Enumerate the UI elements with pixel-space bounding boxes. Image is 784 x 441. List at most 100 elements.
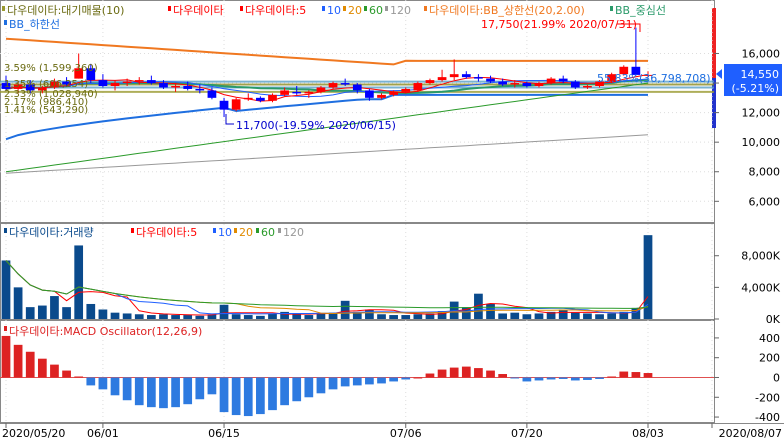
x-tick-label: 07/20: [511, 427, 543, 440]
candle-up: [316, 87, 326, 92]
candle-up: [231, 99, 241, 110]
volume-bar: [122, 313, 132, 319]
legend-swatch-vol-ma10: [213, 228, 216, 233]
candle-up: [171, 86, 180, 88]
candlesticks[interactable]: [1, 27, 653, 118]
volume-bar: [558, 309, 568, 319]
legend-swatch-vol-ma120: [278, 228, 281, 233]
macd-bar-negative: [558, 377, 568, 379]
volume-ma-line: [5, 260, 649, 315]
price-tick-label: 6,000: [749, 195, 781, 208]
legend-swatch-price: [168, 6, 171, 11]
legend-vol-ma120: 120: [283, 226, 304, 239]
macd-bar-negative: [207, 377, 217, 395]
macd-bar-negative: [159, 377, 168, 409]
current-price-value: 14,550: [741, 68, 780, 81]
legend-vol-ma5: 다우데이타:5: [136, 226, 197, 239]
legend-vol-ma60: 60: [261, 226, 275, 239]
macd-bar-negative: [171, 377, 180, 408]
macd-bar-negative: [340, 377, 350, 387]
macd-bar-negative: [110, 377, 120, 396]
macd-bar-positive: [607, 376, 617, 378]
annotation-period-low: 11,700(-19.59% 2020/06/15): [236, 119, 396, 132]
volume-bar: [377, 314, 386, 319]
candle-down: [207, 90, 217, 98]
volume-bar: [413, 314, 423, 319]
candle-up: [437, 77, 447, 81]
legend-price: 다우데이타: [173, 4, 224, 17]
macd-bar-negative: [401, 377, 411, 380]
macd-bars[interactable]: [0, 335, 714, 417]
macd-bar-negative: [280, 377, 289, 406]
ma120-line: [5, 134, 649, 174]
legend-bb-upper: 다우데이타:BB_상한선(20,2.00): [429, 4, 585, 17]
stock-chart-canvas[interactable]: 16,00014,00012,00010,0008,0006,0008,000K…: [0, 0, 784, 441]
macd-bar-negative: [534, 377, 544, 381]
legend-swatch-bb-mid: [610, 6, 613, 11]
macd-bar-positive: [50, 364, 59, 378]
volume-bar: [304, 315, 314, 319]
candle-up: [328, 83, 338, 88]
price-range-bar-up: [712, 8, 716, 78]
macd-bar-negative: [365, 377, 374, 385]
macd-bar-positive: [25, 351, 35, 378]
candle-up: [413, 83, 423, 91]
candle-up: [546, 78, 556, 84]
candle-down: [558, 78, 568, 82]
indicator-lines: [5, 37, 649, 174]
macd-bar-negative: [122, 377, 132, 401]
legend-ma20: 20: [348, 4, 362, 17]
legend-ma10: 10: [327, 4, 341, 17]
macd-bar-positive: [631, 372, 641, 378]
volume-bar: [25, 307, 35, 319]
candle-down: [98, 80, 108, 86]
volume-bar: [74, 245, 84, 319]
volume-bar: [195, 315, 205, 319]
macd-tick-label: 400: [759, 332, 780, 345]
volume-tick-label: 4,000K: [741, 281, 780, 294]
supply-label-5: 2.17% (986,410): [4, 97, 88, 108]
candle-up: [583, 86, 592, 88]
volume-bar: [134, 314, 144, 319]
annotation-low-pointer: [225, 114, 234, 125]
macd-bar-positive: [461, 366, 471, 378]
macd-bar-negative: [219, 377, 229, 413]
macd-bar-negative: [595, 377, 604, 379]
macd-bar-positive: [643, 373, 653, 378]
macd-bar-positive: [486, 370, 495, 378]
legend-swatch-volume: [4, 228, 7, 233]
macd-bar-positive: [62, 370, 71, 378]
volume-ma-line: [5, 260, 649, 309]
candle-up: [401, 88, 411, 92]
legend-swatch-vol-ma60: [256, 228, 259, 233]
macd-tick-label: 0: [773, 371, 780, 384]
x-tick-label: 2020/05/20: [2, 427, 65, 440]
candle-down: [486, 78, 495, 82]
volume-bar: [171, 315, 180, 319]
macd-bar-positive: [1, 335, 11, 378]
macd-bar-negative: [98, 377, 108, 390]
candle-up: [534, 83, 544, 86]
volume-bar: [389, 315, 398, 319]
price-tick-label: 8,000: [749, 166, 781, 179]
candle-up: [377, 94, 386, 98]
volume-bar: [292, 314, 302, 319]
volume-bar: [146, 315, 156, 319]
volume-bar: [50, 296, 59, 319]
volume-bar: [1, 260, 11, 319]
macd-bar-positive: [619, 371, 629, 378]
x-tick-label: 06/01: [87, 427, 119, 440]
macd-bar-negative: [183, 377, 193, 405]
volume-bar: [37, 305, 47, 319]
volume-bar: [86, 303, 96, 319]
price-tick-label: 12,000: [742, 107, 781, 120]
macd-bar-negative: [292, 377, 302, 402]
macd-bar-negative: [522, 377, 532, 382]
price-panel-frame: [0, 0, 715, 223]
macd-bar-negative: [570, 377, 580, 381]
macd-bar-negative: [146, 377, 156, 408]
annotation-period-high: 17,750(21.99% 2020/07/31): [481, 18, 637, 31]
legend-volume: 다우데이타:거래량: [9, 226, 94, 239]
legend-ma60: 60: [369, 4, 383, 17]
volume-bar: [316, 313, 326, 319]
